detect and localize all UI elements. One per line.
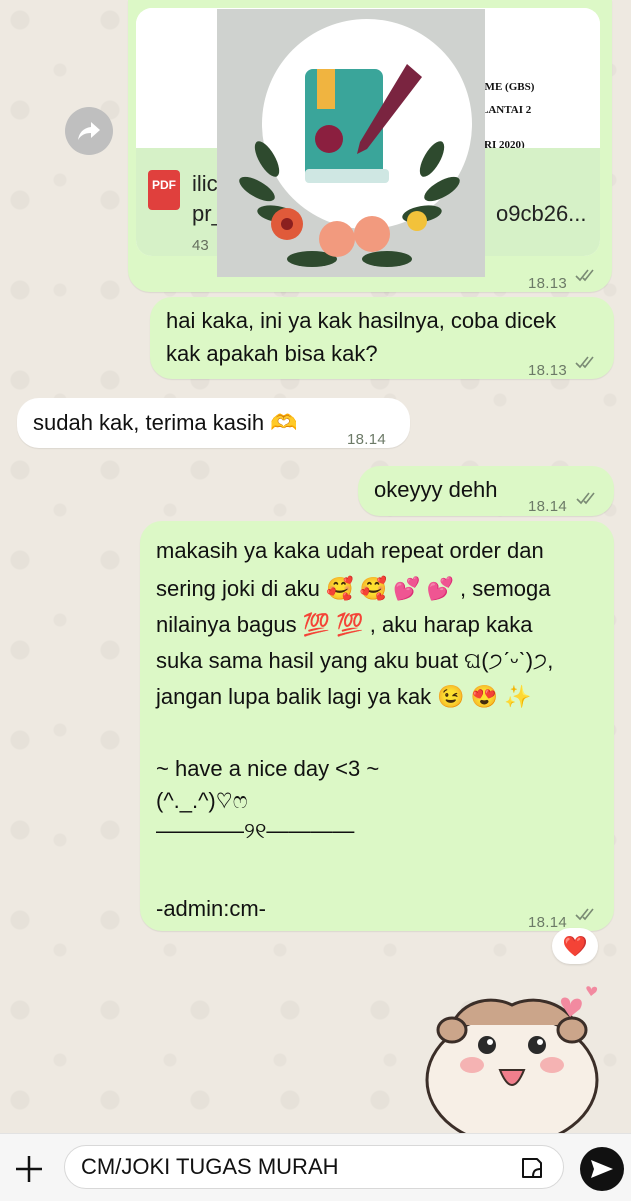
message-line: suka sama hasil yang aku buat ଘ(੭ˊᵕˋ)੭, xyxy=(156,648,554,673)
message-line: ~ have a nice day <3 ~ xyxy=(156,756,380,781)
message-time: 18.13 xyxy=(528,275,568,292)
message-composer: CM/JOKI TUGAS MURAH xyxy=(0,1133,631,1201)
hamster-sticker[interactable] xyxy=(412,985,617,1147)
reaction-heart[interactable]: ❤️ xyxy=(552,928,598,964)
hamster-sticker-icon xyxy=(425,986,599,1147)
double-check-icon xyxy=(576,492,595,505)
message-line: okeyyy dehh xyxy=(374,477,498,502)
outgoing-message[interactable]: makasih ya kaka udah repeat order dan se… xyxy=(140,521,614,931)
message-line: makasih ya kaka udah repeat order dan xyxy=(156,538,544,563)
document-name-line2-right: o9cb26... xyxy=(496,201,587,226)
message-time: 18.13 xyxy=(528,362,568,379)
outgoing-message[interactable]: okeyyy dehh 18.14 xyxy=(358,466,614,516)
document-meta: 43 xyxy=(192,237,209,254)
forward-button[interactable] xyxy=(65,107,113,155)
message-line: jangan lupa balik lagi ya kak 😉 😍 ✨ xyxy=(156,684,532,709)
forward-icon xyxy=(78,122,100,140)
double-check-icon xyxy=(575,269,594,282)
plus-icon[interactable] xyxy=(12,1152,46,1186)
heart-icon: ❤️ xyxy=(562,934,588,958)
message-line: nilainya bagus 💯 💯 , aku harap kaka xyxy=(156,612,533,637)
message-line: ————୨୧———— xyxy=(156,818,355,843)
message-line: hai kaka, ini ya kak hasilnya, coba dice… xyxy=(166,308,557,333)
message-line: sering joki di aku 🥰 🥰 💕 💕 , semoga xyxy=(156,576,551,601)
send-button[interactable] xyxy=(580,1147,624,1191)
message-line: kak apakah bisa kak? xyxy=(166,341,378,366)
outgoing-message[interactable]: hai kaka, ini ya kak hasilnya, coba dice… xyxy=(150,297,614,379)
book-logo-image xyxy=(217,9,485,277)
message-time: 18.14 xyxy=(528,498,568,515)
message-input-value: CM/JOKI TUGAS MURAH xyxy=(81,1154,339,1179)
incoming-message[interactable]: sudah kak, terima kasih 🫶 18.14 xyxy=(17,398,410,448)
send-icon xyxy=(591,1160,613,1178)
book-quill-logo xyxy=(239,19,472,267)
message-line: sudah kak, terima kasih 🫶 xyxy=(33,410,298,435)
double-check-icon xyxy=(575,356,594,369)
preview-line: LANTAI 2 xyxy=(481,104,532,116)
message-line: -admin:cm- xyxy=(156,896,267,921)
sticker-icon[interactable] xyxy=(519,1155,545,1181)
pdf-icon: PDF xyxy=(148,170,180,210)
message-time: 18.14 xyxy=(347,431,387,448)
double-check-icon xyxy=(575,908,594,921)
message-input[interactable]: CM/JOKI TUGAS MURAH xyxy=(64,1145,564,1189)
